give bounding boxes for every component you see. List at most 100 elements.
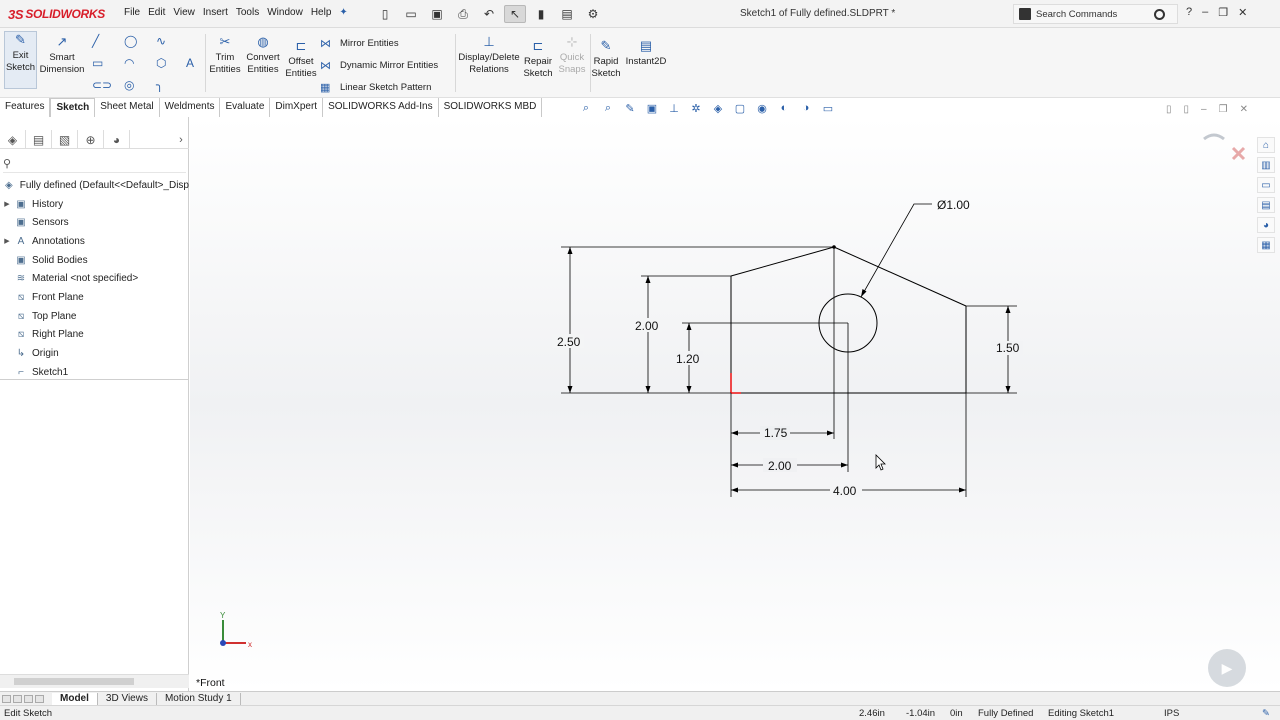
confirm-sketch-icon[interactable] <box>1203 133 1225 141</box>
custom-properties-icon[interactable]: ▦ <box>1257 237 1275 253</box>
menu-view[interactable]: View <box>169 7 199 18</box>
arc-icon[interactable]: ◠ <box>124 56 134 70</box>
help-icon[interactable]: ? <box>1186 6 1192 19</box>
expand-tabs-icon[interactable]: › <box>173 130 189 149</box>
dimension-2-00-vertical[interactable]: 2.00 <box>635 319 659 333</box>
save-icon[interactable]: ▣ <box>426 5 448 23</box>
dimension-1-75[interactable]: 1.75 <box>764 426 788 440</box>
undo-icon[interactable]: ↶ <box>478 5 500 23</box>
exit-sketch-button[interactable]: ✎ Exit Sketch <box>4 31 37 89</box>
viewport-restore-icon[interactable]: ❐ <box>1219 104 1228 115</box>
options-gear-icon[interactable]: ⚙ <box>582 5 604 23</box>
tab-3d-views[interactable]: 3D Views <box>98 692 157 705</box>
viewport-close-icon[interactable]: ✕ <box>1240 104 1248 115</box>
spline-icon[interactable]: ∿ <box>156 34 166 48</box>
sketch-line-roof-right[interactable] <box>833 246 967 307</box>
circle-icon[interactable]: ◯ <box>124 34 137 48</box>
menu-help[interactable]: Help <box>307 7 336 18</box>
display-delete-relations-button[interactable]: ⊥ Display/Delete Relations <box>458 34 520 76</box>
confirmation-corner[interactable] <box>1203 133 1246 161</box>
expand-arrow-icon[interactable]: ▶ <box>0 200 14 208</box>
zoom-to-fit-icon[interactable]: ⌕ <box>578 102 594 115</box>
video-play-icon[interactable]: ▶ <box>1208 649 1246 687</box>
minimize-icon[interactable]: – <box>1202 6 1208 19</box>
tree-item-solid-bodies[interactable]: ▣ Solid Bodies <box>0 251 189 270</box>
tab-sketch[interactable]: Sketch <box>50 98 96 117</box>
dynamic-annotation-icon[interactable]: ⊥ <box>666 102 682 115</box>
tree-item-history[interactable]: ▶ ▣ History <box>0 195 189 214</box>
display-pane-icon[interactable]: ▭ <box>820 102 836 115</box>
instant2d-button[interactable]: ▤ Instant2D <box>624 38 668 68</box>
viewport-split-icon[interactable]: ▯ <box>1184 104 1190 115</box>
viewport-tile-icon[interactable]: ▯ <box>1166 104 1172 115</box>
feature-manager-tab-icon[interactable]: ◈ <box>0 130 26 149</box>
apply-scene-icon[interactable]: ◐ <box>776 102 792 115</box>
trim-entities-button[interactable]: ✂ Trim Entities <box>208 34 242 76</box>
tree-item-right-plane[interactable]: ⧅ Right Plane <box>0 326 189 345</box>
restore-icon[interactable]: ❐ <box>1218 6 1228 19</box>
slot-icon[interactable]: ⊂⊃ <box>92 78 112 92</box>
edit-appearance-icon[interactable]: ◉ <box>754 102 770 115</box>
dynamic-mirror-button[interactable]: ⋈ Dynamic Mirror Entities <box>320 59 438 72</box>
tab-sheet-metal[interactable]: Sheet Metal <box>95 98 160 117</box>
tree-root-part[interactable]: ◈ Fully defined (Default<<Default>_Disp <box>0 176 189 195</box>
new-document-icon[interactable]: ▯ <box>374 5 396 23</box>
display-manager-tab-icon[interactable]: ◕ <box>104 130 130 149</box>
line-icon[interactable]: ╱ <box>92 34 99 48</box>
solidworks-logo[interactable]: 3S SOLIDWORKS <box>8 6 105 22</box>
scrollbar-thumb[interactable] <box>14 678 134 685</box>
linear-sketch-pattern-button[interactable]: ▦ Linear Sketch Pattern <box>320 81 431 94</box>
menu-insert[interactable]: Insert <box>199 7 232 18</box>
tab-dimxpert[interactable]: DimXpert <box>270 98 324 117</box>
fillet-icon[interactable]: ╮ <box>156 78 163 92</box>
design-library-icon[interactable]: ▥ <box>1257 157 1275 173</box>
prev-tab-icon[interactable] <box>13 694 22 703</box>
dimension-1-20[interactable]: 1.20 <box>676 352 700 366</box>
tab-weldments[interactable]: Weldments <box>160 98 221 117</box>
view-settings-icon[interactable]: ◑ <box>798 102 814 115</box>
text-icon[interactable]: A <box>186 56 194 70</box>
solidworks-resources-icon[interactable]: ⌂ <box>1257 137 1275 153</box>
tab-motion-study[interactable]: Motion Study 1 <box>157 692 241 705</box>
rapid-sketch-button[interactable]: ✎ Rapid Sketch <box>591 38 620 80</box>
menu-file[interactable]: File <box>120 7 144 18</box>
offset-entities-button[interactable]: ⊏ Offset Entities <box>284 38 318 80</box>
configuration-manager-tab-icon[interactable]: ▧ <box>52 130 78 149</box>
convert-entities-button[interactable]: ◍ Convert Entities <box>244 34 282 76</box>
tree-item-material[interactable]: ≋ Material <not specified> <box>0 269 189 288</box>
display-style-icon[interactable]: ◈ <box>710 102 726 115</box>
menu-edit[interactable]: Edit <box>144 7 169 18</box>
unit-system[interactable]: IPS <box>1164 708 1179 719</box>
rebuild-status-icon[interactable]: ✎ <box>1262 708 1270 719</box>
quick-snaps-button[interactable]: ⊹ Quick Snaps <box>556 34 588 76</box>
search-commands[interactable]: Search Commands <box>1013 4 1178 24</box>
search-icon[interactable] <box>1154 8 1165 20</box>
zoom-to-area-icon[interactable]: ⌕ <box>600 102 616 115</box>
tab-evaluate[interactable]: Evaluate <box>220 98 271 117</box>
view-palette-icon[interactable]: ▤ <box>1257 197 1275 213</box>
rebuild-icon[interactable]: ▮ <box>530 5 552 23</box>
property-manager-tab-icon[interactable]: ▤ <box>26 130 52 149</box>
cancel-sketch-icon[interactable] <box>1231 146 1246 161</box>
diameter-leader-line[interactable] <box>860 203 932 298</box>
menu-tools[interactable]: Tools <box>232 7 263 18</box>
close-icon[interactable]: ✕ <box>1238 6 1247 19</box>
sketch-point[interactable] <box>832 245 836 249</box>
first-tab-icon[interactable] <box>2 694 11 703</box>
pin-icon[interactable]: ✦ <box>335 7 351 18</box>
appearances-icon[interactable]: ◕ <box>1257 217 1275 233</box>
tab-addins[interactable]: SOLIDWORKS Add-Ins <box>323 98 439 117</box>
dimension-diameter[interactable]: Ø1.00 <box>937 198 970 212</box>
polygon-icon[interactable]: ⬡ <box>156 56 166 70</box>
rectangle-icon[interactable]: ▭ <box>92 56 103 70</box>
dimension-2-50[interactable]: 2.50 <box>557 335 581 349</box>
smart-dimension-button[interactable]: ↗ Smart Dimension <box>40 34 85 76</box>
tab-features[interactable]: Features <box>0 98 51 117</box>
dimension-4-00[interactable]: 4.00 <box>833 484 857 498</box>
tab-mbd[interactable]: SOLIDWORKS MBD <box>439 98 543 117</box>
search-input[interactable]: Search Commands <box>1036 9 1154 20</box>
file-explorer-icon[interactable]: ▭ <box>1257 177 1275 193</box>
panel-splitter[interactable] <box>0 379 189 380</box>
sketch-canvas[interactable]: 2.50 2.00 1.20 1.50 1.75 2.00 4.00 Ø1.00 <box>190 117 1280 691</box>
tree-item-front-plane[interactable]: ⧅ Front Plane <box>0 288 189 307</box>
